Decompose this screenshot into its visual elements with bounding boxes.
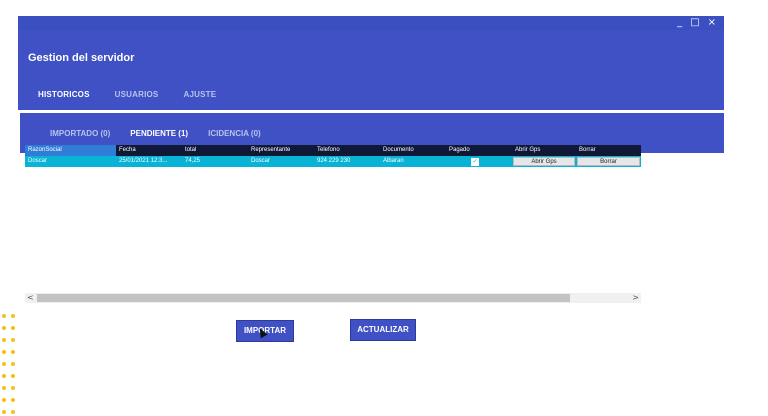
dot-icon xyxy=(2,410,6,414)
dot-icon xyxy=(11,398,15,402)
column-header-telefono[interactable]: Telefono xyxy=(314,145,380,156)
dot-icon xyxy=(2,338,6,342)
dot-icon xyxy=(11,326,15,330)
scroll-right-icon[interactable]: > xyxy=(632,293,639,303)
dot-icon xyxy=(2,398,6,402)
column-header-abrir-gps[interactable]: Abrir Gps xyxy=(512,145,576,156)
cell-documento[interactable]: Albaran xyxy=(380,156,446,167)
window-controls: _ □ × xyxy=(677,16,716,30)
cell-representante[interactable]: Doscar xyxy=(248,156,314,167)
cell-total[interactable]: 74,25 xyxy=(182,156,248,167)
tab-usuarios[interactable]: USUARIOS xyxy=(115,90,159,99)
scroll-left-icon[interactable]: < xyxy=(27,293,34,303)
dot-icon xyxy=(11,386,15,390)
pagado-checkbox[interactable]: ✓ xyxy=(471,158,479,166)
cell-telefono[interactable]: 924 229 230 xyxy=(314,156,380,167)
cell-pagado: ✓ xyxy=(446,156,512,167)
dot-icon xyxy=(11,350,15,354)
dot-icon xyxy=(11,362,15,366)
grid-header-row: RazonSocial Fecha total Representante Te… xyxy=(25,145,641,156)
table-row[interactable]: Doscar 25/01/2021 12:3... 74,25 Doscar 9… xyxy=(25,156,641,167)
data-grid: RazonSocial Fecha total Representante Te… xyxy=(25,145,641,167)
scrollbar-thumb[interactable] xyxy=(37,294,570,302)
dot-icon xyxy=(2,374,6,378)
tab-historicos[interactable]: HISTORICOS xyxy=(38,90,90,99)
column-header-representante[interactable]: Representante xyxy=(248,145,314,156)
abrir-gps-button[interactable]: Abrir Gps xyxy=(513,157,575,166)
close-icon[interactable]: × xyxy=(708,16,716,30)
actualizar-button[interactable]: ACTUALIZAR xyxy=(350,319,416,341)
column-header-borrar[interactable]: Borrar xyxy=(576,145,641,156)
decorative-dots xyxy=(0,300,18,416)
dot-icon xyxy=(11,338,15,342)
cell-razon-social[interactable]: Doscar xyxy=(25,156,116,167)
cell-fecha[interactable]: 25/01/2021 12:3... xyxy=(116,156,182,167)
dot-icon xyxy=(11,410,15,414)
tab-ajuste[interactable]: AJUSTE xyxy=(183,90,216,99)
dot-icon xyxy=(2,350,6,354)
column-header-razon-social[interactable]: RazonSocial xyxy=(25,145,116,156)
title-bar: _ □ × xyxy=(18,16,724,30)
dot-icon xyxy=(11,374,15,378)
cell-abrir-gps: Abrir Gps xyxy=(512,156,576,167)
column-header-fecha[interactable]: Fecha xyxy=(116,145,182,156)
maximize-icon[interactable]: □ xyxy=(690,16,699,30)
dot-icon xyxy=(2,326,6,330)
horizontal-scrollbar[interactable]: < > xyxy=(25,293,641,303)
column-header-total[interactable]: total xyxy=(182,145,248,156)
cell-borrar: Borrar xyxy=(576,156,641,167)
dot-icon xyxy=(2,386,6,390)
app-header: Gestion del servidor HISTORICOS USUARIOS… xyxy=(18,30,724,110)
dot-icon xyxy=(2,362,6,366)
app-title: Gestion del servidor xyxy=(28,52,135,64)
column-header-pagado[interactable]: Pagado xyxy=(446,145,512,156)
dot-icon xyxy=(11,314,15,318)
column-header-documento[interactable]: Documento xyxy=(380,145,446,156)
main-tabs: HISTORICOS USUARIOS AJUSTE xyxy=(38,90,216,99)
dot-icon xyxy=(2,314,6,318)
borrar-button[interactable]: Borrar xyxy=(577,157,640,166)
minimize-icon[interactable]: _ xyxy=(677,16,682,30)
app-window: _ □ × Gestion del servidor HISTORICOS US… xyxy=(18,16,724,416)
